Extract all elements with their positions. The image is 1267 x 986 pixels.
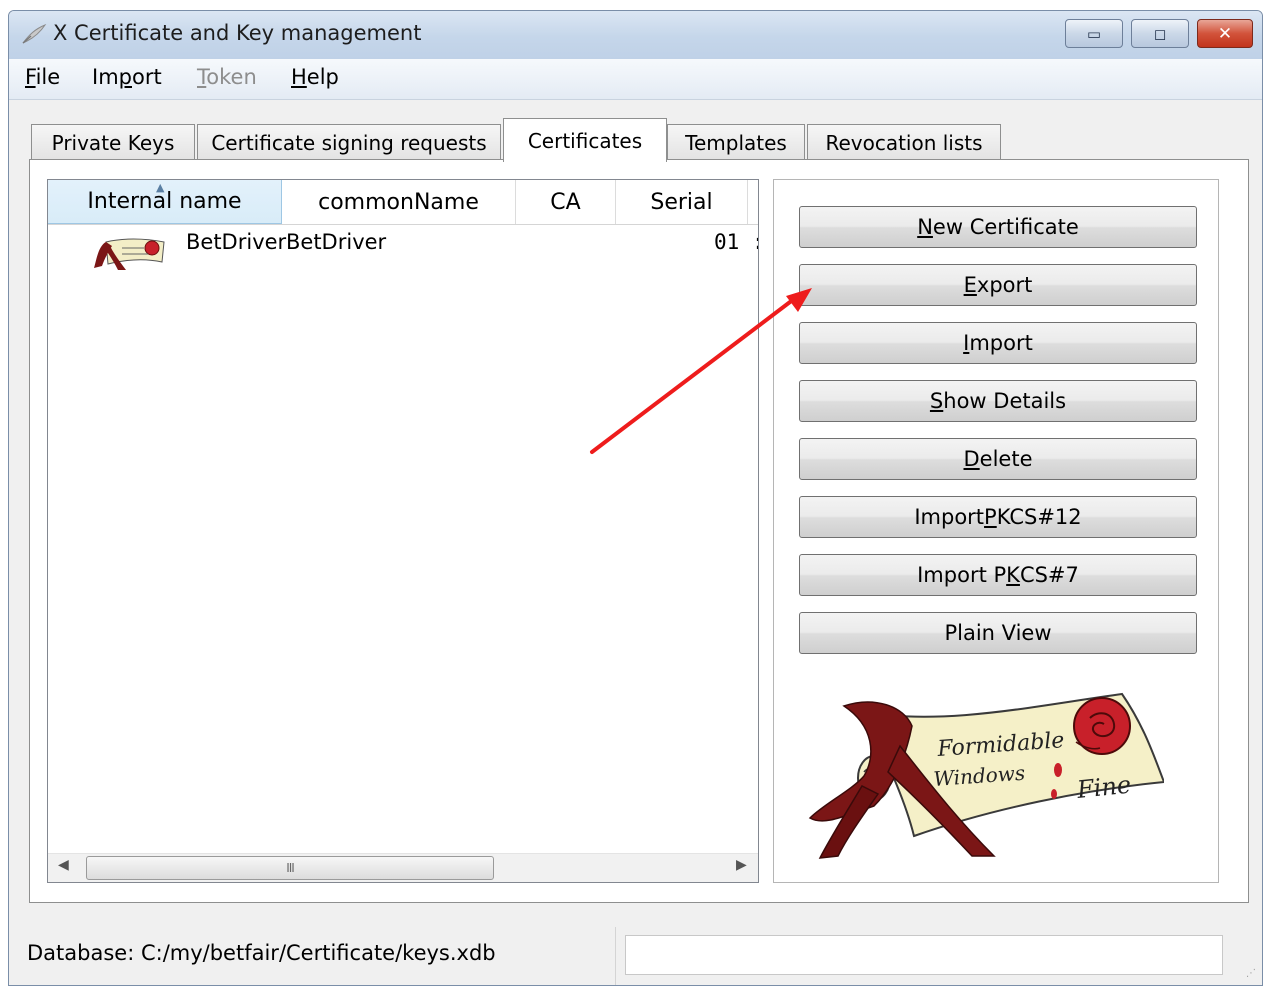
tab-label: Certificate signing requests [211, 130, 487, 155]
import-button[interactable]: Import [799, 322, 1197, 364]
sort-ascending-icon: ▲ [156, 181, 165, 194]
menu-file-mnemonic: F [25, 65, 36, 89]
tab-private-keys[interactable]: Private Keys [31, 124, 195, 160]
logo-text-line3: Fine [1075, 770, 1133, 804]
button-mnemonic: P [984, 505, 997, 529]
tab-certificate-signing-requests[interactable]: Certificate signing requests [197, 124, 501, 160]
button-label-start: Import [914, 505, 985, 529]
button-label-end: KCS#12 [996, 505, 1082, 529]
button-label-start: Import P [917, 563, 1007, 587]
scrollbar-thumb[interactable]: III [86, 856, 494, 880]
import-pkcs12-button[interactable]: Import P KCS#12 [799, 496, 1197, 538]
menu-import-label-end: ort [132, 65, 162, 89]
menu-file[interactable]: File [25, 65, 60, 89]
import-pkcs7-button[interactable]: Import P K CS#7 [799, 554, 1197, 596]
resize-grip-icon[interactable]: ⋰ [1246, 968, 1256, 979]
tab-label: Revocation lists [825, 130, 983, 155]
close-icon: ✕ [1217, 23, 1233, 44]
minimize-icon: ▭ [1086, 24, 1102, 43]
status-message-field [625, 935, 1223, 975]
export-button[interactable]: Export [799, 264, 1197, 306]
column-header-ca[interactable]: CA [516, 180, 616, 224]
app-window: X Certificate and Key management ▭ ◻ ✕ F… [8, 10, 1263, 986]
tab-label: Certificates [527, 128, 643, 153]
column-label: commonName [318, 189, 479, 215]
column-header-internal-name[interactable]: ▲ Internal name [48, 180, 282, 224]
menu-token[interactable]: Token [197, 65, 257, 89]
minimize-button[interactable]: ▭ [1065, 19, 1123, 48]
button-label-end: CS#7 [1019, 563, 1079, 587]
feather-app-icon [22, 23, 47, 44]
horizontal-scrollbar[interactable]: ◀ III ▶ [48, 853, 758, 882]
button-mnemonic: K [1006, 563, 1020, 587]
menu-bar: File Import Token Help [9, 59, 1262, 100]
maximize-icon: ◻ [1153, 24, 1167, 43]
table-row[interactable]: BetDriver BetDriver 01 : [48, 226, 758, 270]
menu-import-mnemonic: p [118, 65, 132, 89]
scroll-left-icon[interactable]: ◀ [58, 857, 69, 873]
button-label-end: Plain View [944, 621, 1052, 645]
status-separator [615, 927, 616, 985]
menu-token-mnemonic: T [197, 65, 207, 89]
window-title: X Certificate and Key management [53, 21, 422, 45]
cell-serial: 01 : [714, 230, 758, 254]
button-mnemonic: D [963, 447, 980, 471]
button-label-end: mport [969, 331, 1033, 355]
menu-import-label-start: Im [92, 65, 119, 89]
scrollbar-grip-icon: III [286, 861, 295, 875]
new-certificate-button[interactable]: New Certificate [799, 206, 1197, 248]
certificate-scroll-logo: Formidable Windows Fine [808, 692, 1164, 859]
column-label: Serial [650, 189, 713, 215]
button-label-end: xport [976, 273, 1033, 297]
actions-panel: New Certificate Export Import Show Detai… [773, 179, 1219, 883]
menu-import[interactable]: Import [92, 65, 162, 89]
button-label-end: how Details [943, 389, 1067, 413]
column-label: CA [550, 189, 581, 215]
certificate-table[interactable]: ▲ Internal name commonName CA Serial Bet… [47, 179, 759, 883]
delete-button[interactable]: Delete [799, 438, 1197, 480]
show-details-button[interactable]: Show Details [799, 380, 1197, 422]
button-mnemonic: N [917, 215, 933, 239]
table-header: ▲ Internal name commonName CA Serial [48, 180, 758, 225]
maximize-button[interactable]: ◻ [1131, 19, 1189, 48]
tab-templates[interactable]: Templates [667, 124, 805, 160]
menu-help[interactable]: Help [291, 65, 339, 89]
button-label-end: elete [979, 447, 1033, 471]
menu-token-label: oken [206, 65, 257, 89]
close-button[interactable]: ✕ [1197, 19, 1253, 48]
cell-common-name: BetDriver [286, 230, 387, 254]
tab-certificates[interactable]: Certificates [503, 118, 667, 162]
button-mnemonic: S [929, 389, 944, 413]
scroll-right-icon[interactable]: ▶ [736, 857, 747, 873]
menu-help-mnemonic: H [291, 65, 307, 89]
column-header-common-name[interactable]: commonName [282, 180, 516, 224]
tab-label: Private Keys [51, 130, 175, 155]
database-path-label: Database: C:/my/betfair/Certificate/keys… [27, 941, 496, 965]
tab-label: Templates [685, 130, 787, 155]
plain-view-button[interactable]: Plain View [799, 612, 1197, 654]
title-bar[interactable]: X Certificate and Key management ▭ ◻ ✕ [9, 11, 1262, 60]
tab-revocation-lists[interactable]: Revocation lists [807, 124, 1001, 160]
column-header-serial[interactable]: Serial [616, 180, 748, 224]
cell-internal-name: BetDriver [186, 230, 287, 254]
menu-help-label: elp [306, 65, 339, 89]
column-label: Internal name [87, 189, 242, 214]
button-label-end: ew Certificate [932, 215, 1079, 239]
menu-file-label: ile [35, 65, 61, 89]
certificate-scroll-icon [94, 238, 165, 270]
button-mnemonic: E [963, 273, 977, 297]
